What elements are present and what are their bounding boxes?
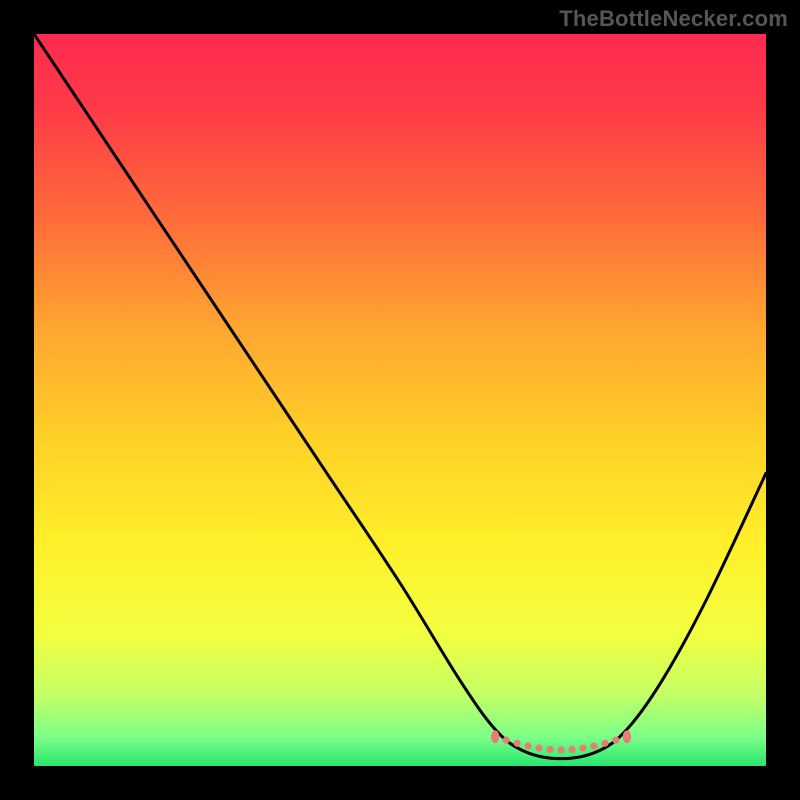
- highlight-dot: [568, 746, 575, 753]
- bottleneck-chart: [34, 34, 766, 766]
- highlight-dot: [557, 746, 564, 753]
- highlight-dot: [491, 730, 499, 743]
- attribution-label: TheBottleNecker.com: [559, 6, 788, 32]
- highlight-dot: [612, 737, 619, 744]
- highlight-dot: [514, 740, 521, 747]
- highlight-dot: [525, 742, 532, 749]
- gradient-background: [34, 34, 766, 766]
- highlight-dot: [503, 737, 510, 744]
- highlight-dot: [601, 740, 608, 747]
- highlight-dot: [590, 742, 597, 749]
- chart-frame: TheBottleNecker.com: [0, 0, 800, 800]
- plot-area: [34, 34, 766, 766]
- highlight-dot: [546, 746, 553, 753]
- highlight-dot: [535, 745, 542, 752]
- highlight-dot: [579, 745, 586, 752]
- highlight-dot: [623, 730, 631, 743]
